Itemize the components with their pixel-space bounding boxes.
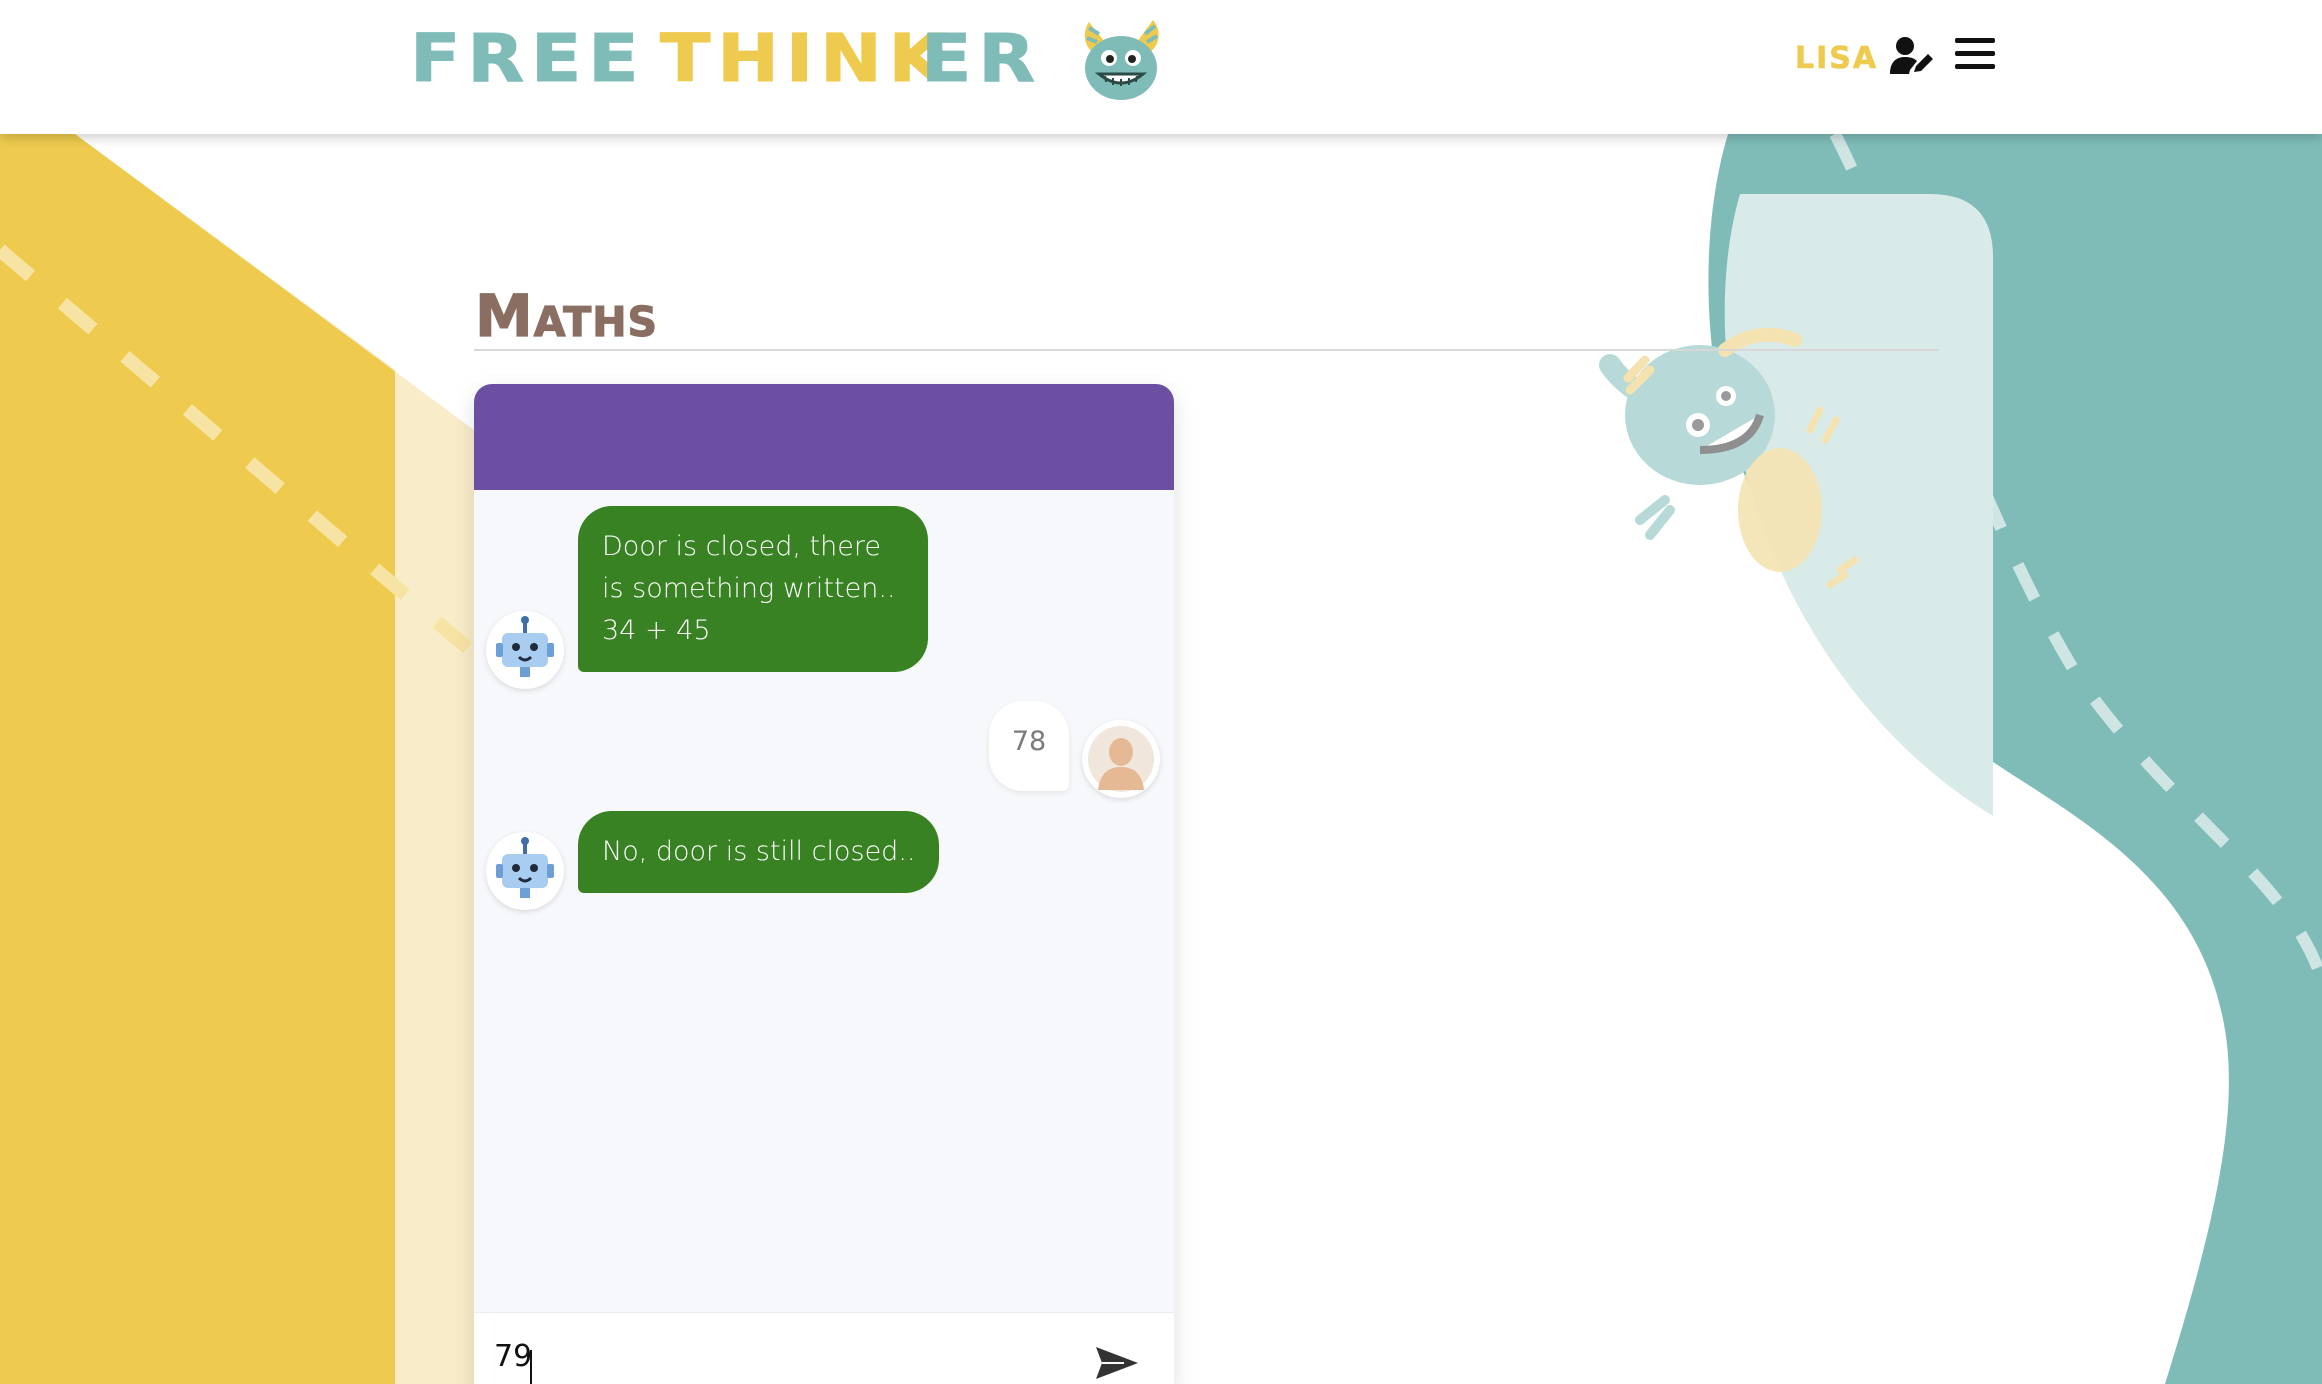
chat-input-bar (474, 1312, 1174, 1384)
logo-word-er: ER (921, 20, 1043, 97)
hamburger-menu-icon[interactable] (1955, 36, 1995, 72)
bot-message-bubble: Door is closed, there is something writt… (578, 506, 928, 672)
top-navbar: FREE THINK ER LISA (0, 0, 2322, 134)
chat-header (474, 384, 1174, 490)
user-name[interactable]: LISA (1795, 41, 1878, 77)
brand-logo[interactable]: FREE THINK ER (409, 14, 1159, 104)
robot-icon (496, 616, 554, 677)
logo-word-free: FREE (409, 20, 646, 97)
page-title: Maths (474, 281, 659, 350)
user-edit-icon[interactable] (1890, 36, 1936, 76)
bot-avatar (486, 611, 564, 689)
title-divider (474, 349, 1939, 351)
text-caret (530, 1350, 532, 1384)
user-avatar (1082, 720, 1160, 798)
person-icon (1088, 726, 1154, 792)
monster-face-icon (1084, 20, 1159, 100)
chat-window: Door is closed, there is something writt… (474, 384, 1174, 1384)
send-icon[interactable] (1094, 1343, 1140, 1383)
logo-word-think: THINK (660, 20, 953, 97)
user-message-bubble: 78 (989, 701, 1069, 791)
chat-message-input[interactable] (494, 1331, 1054, 1381)
robot-icon (496, 837, 554, 898)
bot-avatar (486, 832, 564, 910)
bot-message-bubble: No, door is still closed.. (578, 811, 940, 893)
